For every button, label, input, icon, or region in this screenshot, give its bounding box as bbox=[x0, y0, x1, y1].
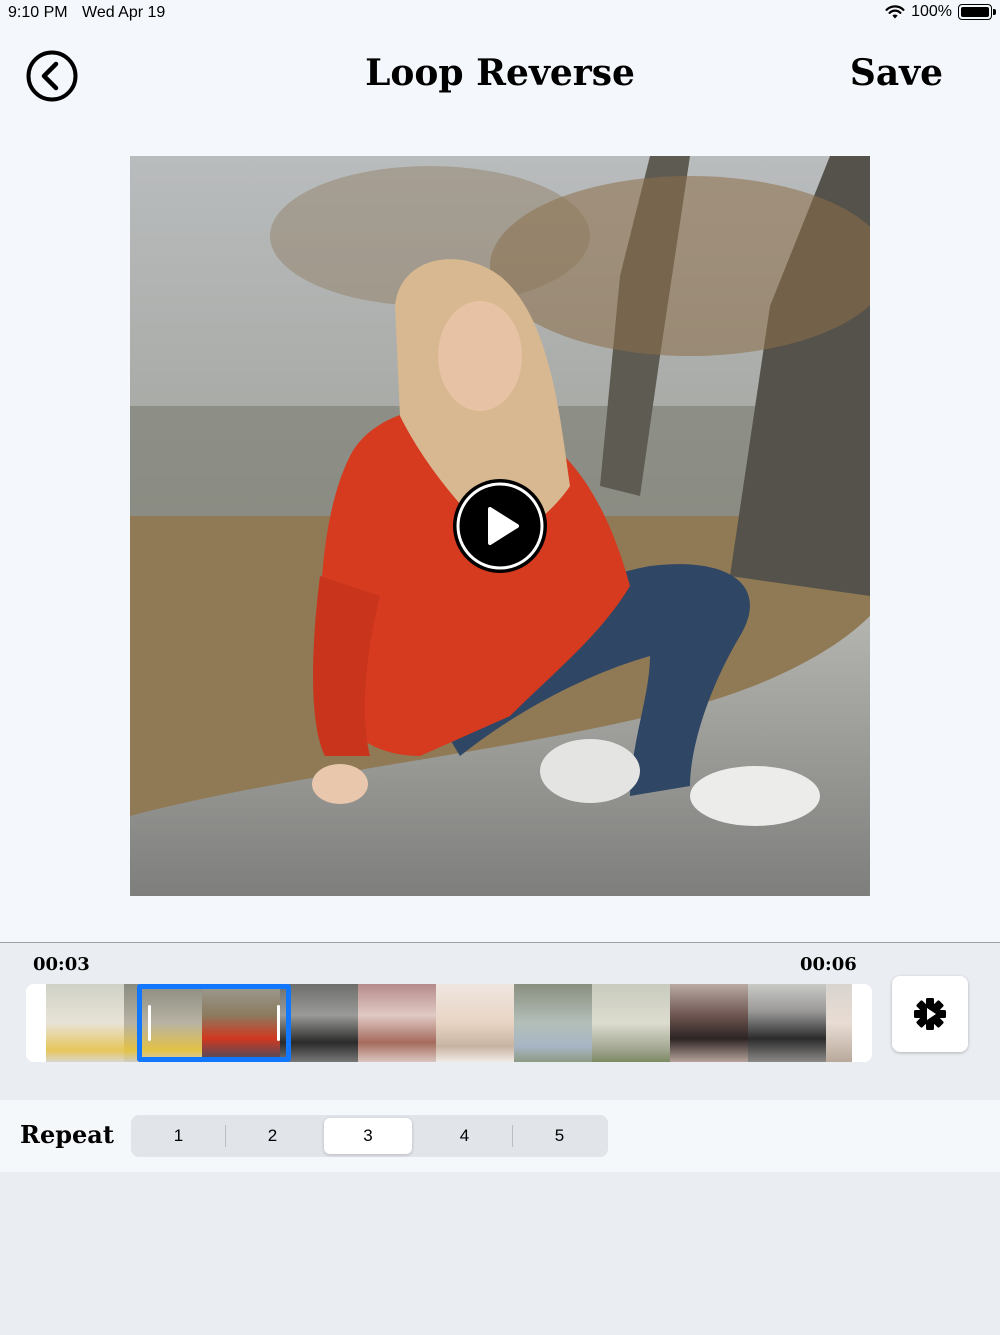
timeline-frame bbox=[592, 984, 670, 1062]
repeat-segmented-control: 1 2 3 4 5 bbox=[131, 1115, 608, 1157]
trim-handle-right[interactable] bbox=[277, 1005, 280, 1041]
timeline-frame bbox=[826, 984, 852, 1062]
timeline-frame bbox=[436, 984, 514, 1062]
timeline-frame bbox=[280, 984, 358, 1062]
status-right: 100% bbox=[885, 3, 996, 21]
wifi-icon bbox=[885, 5, 905, 19]
repeat-option-1[interactable]: 1 bbox=[131, 1115, 226, 1157]
timeline-frame bbox=[358, 984, 436, 1062]
repeat-option-3[interactable]: 3 bbox=[324, 1118, 412, 1154]
save-button[interactable]: Save bbox=[850, 52, 943, 94]
status-bar: 9:10 PM Wed Apr 19 100% bbox=[0, 0, 1000, 28]
trim-handle-left[interactable] bbox=[148, 1005, 151, 1041]
timeline-frame bbox=[514, 984, 592, 1062]
repeat-label: Repeat bbox=[20, 1120, 114, 1149]
status-time: 9:10 PM bbox=[8, 4, 68, 21]
play-icon bbox=[453, 479, 547, 573]
timeline-frame bbox=[670, 984, 748, 1062]
video-preview[interactable] bbox=[130, 156, 870, 896]
repeat-option-4[interactable]: 4 bbox=[417, 1115, 512, 1157]
battery-icon bbox=[958, 4, 996, 20]
settings-button[interactable] bbox=[892, 976, 968, 1052]
trim-end-time: 00:06 bbox=[800, 954, 857, 975]
gear-icon bbox=[914, 998, 946, 1030]
timeline-frame bbox=[46, 984, 124, 1062]
trim-start-time: 00:03 bbox=[33, 954, 90, 975]
repeat-option-5[interactable]: 5 bbox=[512, 1115, 607, 1157]
timeline-frame bbox=[748, 984, 826, 1062]
status-date: Wed Apr 19 bbox=[82, 4, 166, 21]
play-button[interactable] bbox=[451, 477, 549, 575]
battery-percent: 100% bbox=[911, 3, 952, 20]
repeat-option-2[interactable]: 2 bbox=[225, 1115, 320, 1157]
trim-selection[interactable] bbox=[137, 984, 291, 1062]
